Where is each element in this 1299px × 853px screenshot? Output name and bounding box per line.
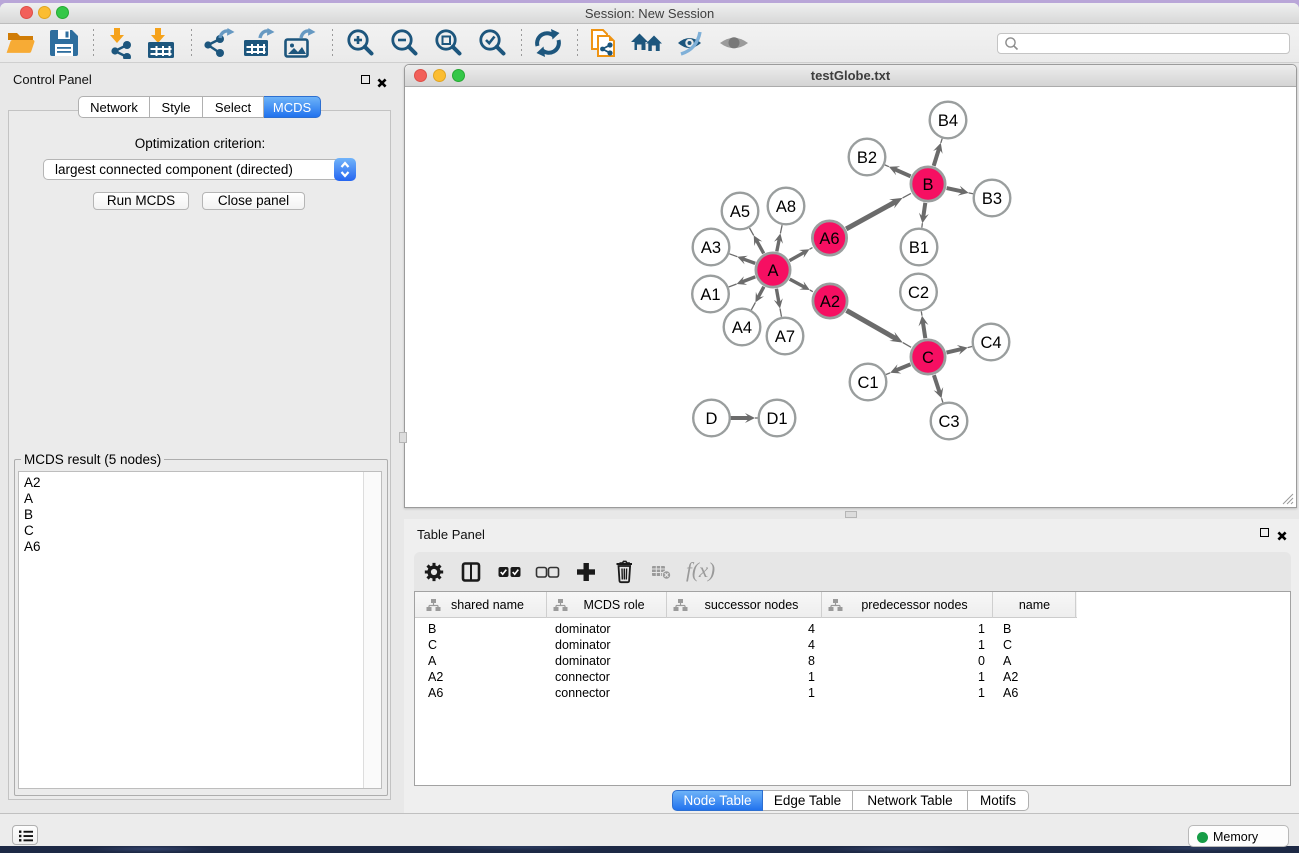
svg-text:A7: A7 (775, 328, 795, 346)
svg-text:C3: C3 (938, 413, 959, 431)
svg-text:A5: A5 (730, 203, 750, 221)
svg-text:C4: C4 (980, 334, 1001, 352)
svg-text:B4: B4 (938, 112, 958, 130)
svg-text:C: C (922, 349, 934, 367)
svg-text:A3: A3 (701, 239, 721, 257)
svg-text:B: B (922, 176, 933, 194)
svg-text:A8: A8 (776, 198, 796, 216)
svg-text:D1: D1 (766, 410, 787, 428)
svg-text:C2: C2 (908, 284, 929, 302)
svg-text:A4: A4 (732, 319, 752, 337)
svg-text:A6: A6 (819, 230, 839, 248)
svg-text:A: A (767, 262, 778, 280)
svg-text:C1: C1 (857, 374, 878, 392)
svg-text:A1: A1 (700, 286, 720, 304)
svg-text:A2: A2 (820, 293, 840, 311)
svg-text:B2: B2 (857, 149, 877, 167)
svg-text:B1: B1 (909, 239, 929, 257)
svg-text:B3: B3 (982, 190, 1002, 208)
svg-text:D: D (706, 410, 718, 428)
